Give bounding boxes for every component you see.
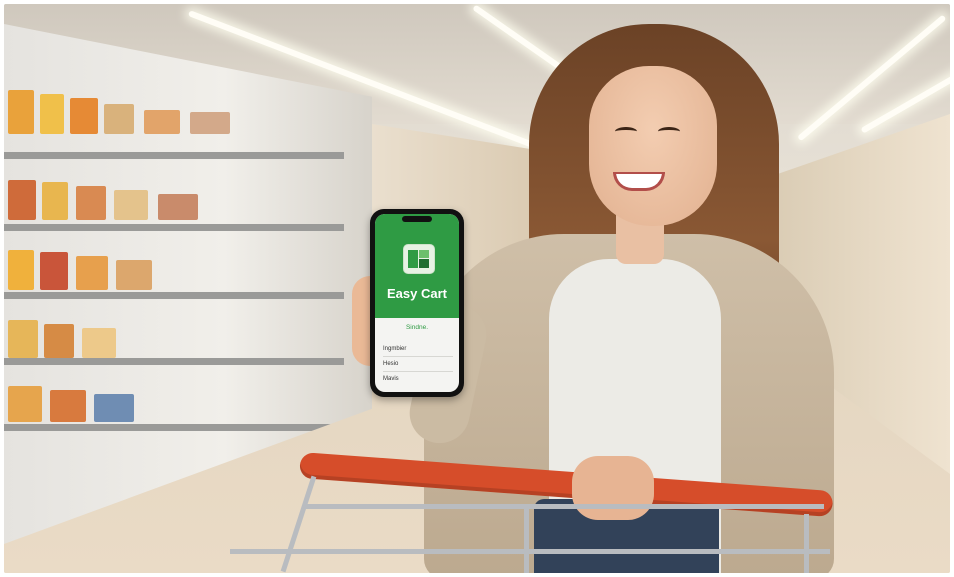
cart-frame xyxy=(804,514,809,573)
app-title: Easy Cart xyxy=(387,286,447,301)
app-tagline: Sindne. xyxy=(405,324,429,331)
menu-item[interactable]: Mavis xyxy=(383,372,453,386)
cart-frame xyxy=(304,504,824,509)
phone-screen: Easy Cart Sindne. Ingmbier Hesio Mavis xyxy=(375,214,459,392)
cart-frame xyxy=(230,549,830,554)
menu-item[interactable]: Hesio xyxy=(383,357,453,372)
grid-logo-icon xyxy=(403,244,435,274)
hand-on-cart xyxy=(572,456,654,520)
woman-face xyxy=(589,66,717,226)
smartphone: Easy Cart Sindne. Ingmbier Hesio Mavis xyxy=(370,209,464,397)
phone-notch xyxy=(402,216,432,222)
photo: Easy Cart Sindne. Ingmbier Hesio Mavis xyxy=(4,4,950,573)
left-eye xyxy=(615,127,637,136)
right-eye xyxy=(658,127,680,136)
menu-item[interactable]: Ingmbier xyxy=(383,342,453,357)
cart-frame xyxy=(524,509,529,573)
